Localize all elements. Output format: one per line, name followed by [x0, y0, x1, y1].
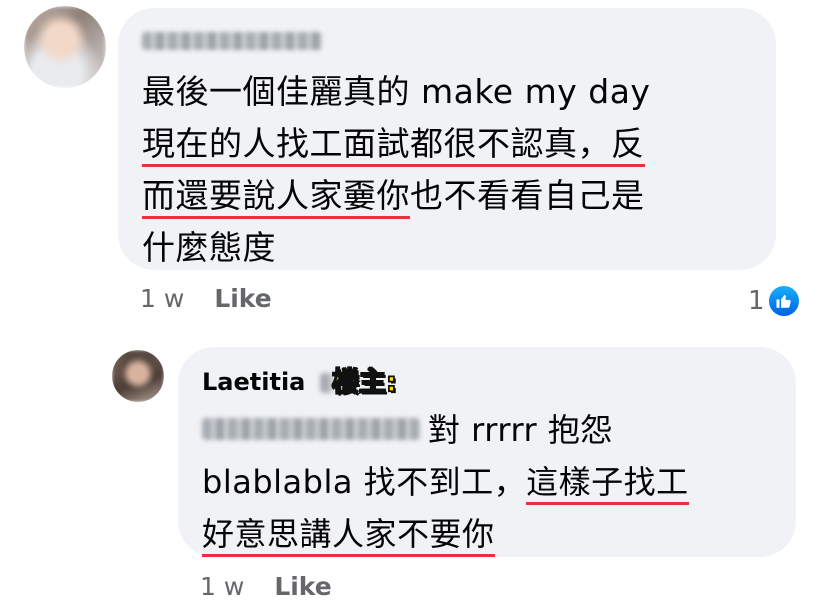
- comment-line: 什麼態度: [142, 228, 276, 267]
- reply-author-avatar[interactable]: [112, 350, 164, 402]
- comment-meta: 1 w Like: [140, 284, 272, 313]
- reply-line-part: blablabla 找不到工，: [202, 463, 527, 501]
- reply-line-part: 對 rrrrr 抱怨: [428, 411, 613, 449]
- comment-line-underlined: 現在的人找工面試都很不認真，反: [142, 124, 645, 167]
- op-tag-label: 楼主:: [331, 366, 397, 399]
- reply-text: 對 rrrrr 抱怨 blablabla 找不到工，這樣子找工 好意思講人家不要…: [202, 404, 689, 560]
- reply-timestamp[interactable]: 1 w: [200, 572, 244, 601]
- reply-line-underlined: 好意思講人家不要你: [202, 515, 495, 557]
- reply-line-underlined-part: 這樣子找工: [526, 463, 689, 505]
- comment-text: 最後一個佳麗真的 make my day 現在的人找工面試都很不認真，反 而還要…: [142, 66, 650, 274]
- reply-meta: 1 w Like: [200, 572, 332, 601]
- commenter-name-redacted[interactable]: [142, 32, 322, 50]
- comment-line-underlined-part: 而還要說人家嫑你: [142, 176, 410, 219]
- like-button[interactable]: Like: [214, 284, 271, 313]
- thumbs-up-icon: [766, 284, 801, 318]
- reaction-summary[interactable]: 1: [748, 284, 801, 318]
- reaction-count: 1: [748, 286, 765, 316]
- mentioned-name-redacted[interactable]: [202, 418, 420, 440]
- comment-timestamp[interactable]: 1 w: [140, 284, 184, 313]
- comment-line: 最後一個佳麗真的 make my day: [142, 72, 651, 111]
- reply-author-name[interactable]: Laetitia: [202, 368, 305, 396]
- comment-line-part: 也不看看自己是: [410, 176, 645, 215]
- reply-like-button[interactable]: Like: [274, 572, 331, 601]
- commenter-avatar[interactable]: [24, 6, 106, 88]
